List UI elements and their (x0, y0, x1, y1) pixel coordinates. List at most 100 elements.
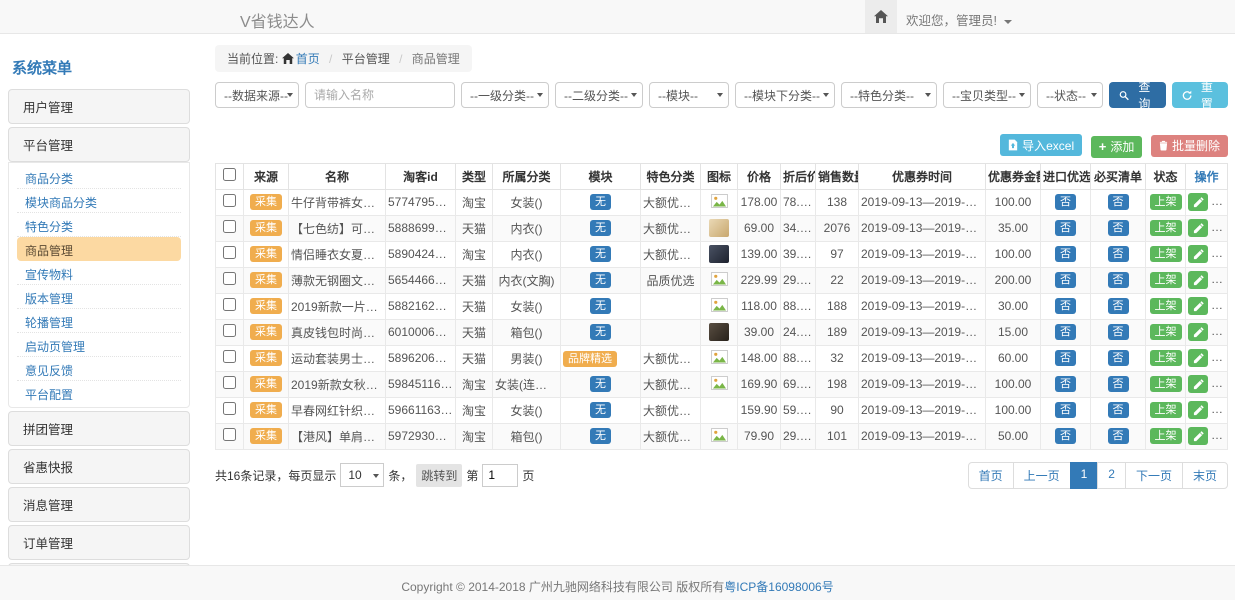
sidebar-section-平台管理[interactable]: 平台管理 (8, 127, 190, 162)
edit-button[interactable] (1188, 401, 1208, 419)
sidebar-item-商品分类[interactable]: 商品分类 (17, 165, 181, 189)
row-checkbox[interactable] (223, 220, 236, 233)
sidebar-item-启动页管理[interactable]: 启动页管理 (17, 333, 181, 357)
edit-button[interactable] (1188, 219, 1208, 237)
import-toggle-badge[interactable]: 否 (1055, 324, 1076, 341)
row-checkbox[interactable] (223, 272, 236, 285)
sidebar-item-特色分类[interactable]: 特色分类 (17, 213, 181, 237)
add-button[interactable]: + 添加 (1091, 136, 1143, 158)
breadcrumb-home-link[interactable]: 首页 (296, 52, 320, 66)
icp-link[interactable]: 粤ICP备16098006号 (724, 580, 833, 594)
must-buy-toggle-badge[interactable]: 否 (1108, 402, 1129, 419)
sidebar-item-平台配置[interactable]: 平台配置 (17, 381, 181, 405)
row-checkbox[interactable] (223, 350, 236, 363)
sidebar-section-订单管理[interactable]: 订单管理 (8, 525, 190, 560)
must-buy-toggle-badge[interactable]: 否 (1108, 376, 1129, 393)
edit-button[interactable] (1188, 323, 1208, 341)
sidebar-item-意见反馈[interactable]: 意见反馈 (17, 357, 181, 381)
row-checkbox-cell (216, 423, 244, 449)
import-toggle-badge[interactable]: 否 (1055, 376, 1076, 393)
row-checkbox[interactable] (223, 194, 236, 207)
row-checkbox[interactable] (223, 324, 236, 337)
sidebar-item-模块商品分类[interactable]: 模块商品分类 (17, 189, 181, 213)
status-badge[interactable]: 上架 (1150, 220, 1182, 237)
select-all-checkbox[interactable] (223, 168, 236, 181)
home-icon (282, 53, 294, 64)
page-button-首页[interactable]: 首页 (968, 462, 1014, 489)
edit-button[interactable] (1188, 297, 1208, 315)
import-select-cell: 否 (1041, 397, 1091, 423)
page-button-上一页[interactable]: 上一页 (1013, 462, 1071, 489)
filter-select-3[interactable]: --二级分类-- (555, 82, 643, 108)
filter-select-8[interactable]: --状态-- (1037, 82, 1103, 108)
must-buy-toggle-badge[interactable]: 否 (1108, 428, 1129, 445)
import-toggle-badge[interactable]: 否 (1055, 246, 1076, 263)
edit-button[interactable] (1188, 375, 1208, 393)
must-buy-toggle-badge[interactable]: 否 (1108, 246, 1129, 263)
edit-button[interactable] (1188, 427, 1208, 445)
import-toggle-badge[interactable]: 否 (1055, 194, 1076, 211)
filter-select-4[interactable]: --模块-- (649, 82, 729, 108)
import-toggle-badge[interactable]: 否 (1055, 402, 1076, 419)
jump-page-input[interactable] (482, 464, 518, 487)
status-badge[interactable]: 上架 (1150, 298, 1182, 315)
user-menu[interactable]: 欢迎您，管理员! (906, 10, 1012, 29)
sidebar-section-省惠快报[interactable]: 省惠快报 (8, 449, 190, 484)
status-badge[interactable]: 上架 (1150, 376, 1182, 393)
filter-select-6[interactable]: --特色分类-- (841, 82, 937, 108)
home-button[interactable] (865, 0, 897, 33)
import-toggle-badge[interactable]: 否 (1055, 350, 1076, 367)
page-button-1[interactable]: 1 (1070, 462, 1099, 489)
edit-button[interactable] (1188, 349, 1208, 367)
status-badge[interactable]: 上架 (1150, 350, 1182, 367)
sidebar-submenu: 商品分类模块商品分类特色分类商品管理宣传物料版本管理轮播管理启动页管理意见反馈平… (8, 162, 190, 408)
edit-button[interactable] (1188, 271, 1208, 289)
filter-select-7[interactable]: --宝贝类型-- (943, 82, 1031, 108)
status-badge[interactable]: 上架 (1150, 272, 1182, 289)
row-checkbox[interactable] (223, 246, 236, 259)
edit-button[interactable] (1188, 245, 1208, 263)
row-checkbox[interactable] (223, 376, 236, 389)
row-checkbox[interactable] (223, 402, 236, 415)
filter-select-2[interactable]: --一级分类-- (461, 82, 549, 108)
must-buy-toggle-badge[interactable]: 否 (1108, 350, 1129, 367)
import-toggle-badge[interactable]: 否 (1055, 220, 1076, 237)
page-button-末页[interactable]: 末页 (1182, 462, 1228, 489)
status-badge[interactable]: 上架 (1150, 324, 1182, 341)
operations-cell (1186, 215, 1228, 241)
per-page-select[interactable]: 10 (340, 463, 384, 487)
edit-button[interactable] (1188, 193, 1208, 211)
sidebar-item-轮播管理[interactable]: 轮播管理 (17, 309, 181, 333)
batch-delete-button[interactable]: 批量删除 (1151, 135, 1228, 157)
row-checkbox[interactable] (223, 428, 236, 441)
import-excel-button[interactable]: 导入excel (1000, 134, 1082, 156)
filter-select-5[interactable]: --模块下分类-- (735, 82, 835, 108)
query-button[interactable]: 查询 (1109, 82, 1166, 108)
sidebar-item-版本管理[interactable]: 版本管理 (17, 285, 181, 309)
row-checkbox[interactable] (223, 298, 236, 311)
sidebar-section-拼团管理[interactable]: 拼团管理 (8, 411, 190, 446)
sidebar-item-商品管理[interactable]: 商品管理 (17, 237, 181, 261)
must-buy-toggle-badge[interactable]: 否 (1108, 194, 1129, 211)
status-badge[interactable]: 上架 (1150, 428, 1182, 445)
name-search-input[interactable] (305, 82, 455, 108)
must-buy-toggle-badge[interactable]: 否 (1108, 298, 1129, 315)
status-badge[interactable]: 上架 (1150, 402, 1182, 419)
sidebar-item-宣传物料[interactable]: 宣传物料 (17, 261, 181, 285)
reset-button[interactable]: 重置 (1172, 82, 1229, 108)
sidebar-section-用户管理[interactable]: 用户管理 (8, 89, 190, 124)
jump-button[interactable]: 跳转到 (416, 464, 462, 487)
import-toggle-badge[interactable]: 否 (1055, 272, 1076, 289)
must-buy-toggle-badge[interactable]: 否 (1108, 220, 1129, 237)
sidebar-section-消息管理[interactable]: 消息管理 (8, 487, 190, 522)
status-badge[interactable]: 上架 (1150, 194, 1182, 211)
filter-select-0[interactable]: --数据来源-- (215, 82, 299, 108)
page-button-下一页[interactable]: 下一页 (1125, 462, 1183, 489)
import-toggle-badge[interactable]: 否 (1055, 428, 1076, 445)
must-buy-toggle-badge[interactable]: 否 (1108, 272, 1129, 289)
import-toggle-badge[interactable]: 否 (1055, 298, 1076, 315)
coupon-time-cell: 2019-09-13—2019-09-18 (859, 215, 986, 241)
status-badge[interactable]: 上架 (1150, 246, 1182, 263)
must-buy-toggle-badge[interactable]: 否 (1108, 324, 1129, 341)
page-button-2[interactable]: 2 (1097, 462, 1126, 489)
